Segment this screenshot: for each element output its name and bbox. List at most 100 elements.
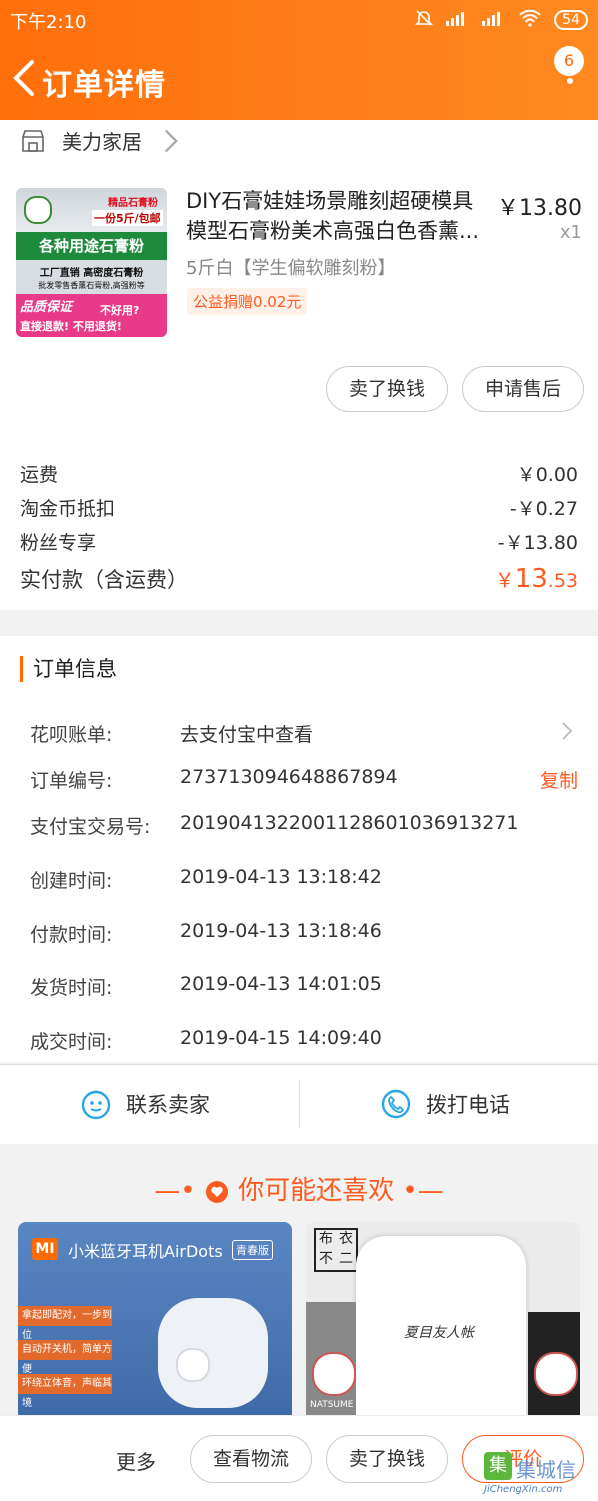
contact-bar: 联系卖家 拨打电话 xyxy=(0,1064,598,1144)
bottom-action-bar: 更多 查看物流 卖了换钱 评价 集 集城信 JiChengXin.com xyxy=(0,1415,598,1501)
created-time: 2019-04-13 13:18:42 xyxy=(180,866,382,888)
logo-char: 二 xyxy=(339,1251,353,1267)
contact-seller-button[interactable]: 联系卖家 xyxy=(80,1088,210,1120)
header-bar: 下午2:10 54 订单详情 6 xyxy=(0,0,598,120)
call-phone-label: 拨打电话 xyxy=(426,1093,510,1117)
total-label: 实付款（含运费） xyxy=(20,568,188,592)
mi-logo: MI xyxy=(32,1238,58,1260)
brand-logo: 布 衣 不 二 xyxy=(314,1228,358,1272)
chat-face-icon xyxy=(81,1090,111,1120)
product-image[interactable]: 精品石膏粉 一份5斤/包邮 各种用途石膏粉 工厂直销 高密度石膏粉 批发零售香薰… xyxy=(16,188,167,337)
summary-value: ￥0.00 xyxy=(516,464,578,486)
earbuds-case-image xyxy=(158,1298,268,1408)
total-integer: 13 xyxy=(514,564,548,594)
contact-seller-label: 联系卖家 xyxy=(126,1093,210,1117)
divider xyxy=(0,1064,598,1065)
summary-row: 运费 ￥0.00 xyxy=(20,460,578,487)
summary-label: 淘金币抵扣 xyxy=(20,498,116,520)
after-sale-button[interactable]: 申请售后 xyxy=(462,366,584,412)
image-text: 直接退款! 不用退货! xyxy=(20,320,122,333)
charity-tag: 公益捐赠0.02元 xyxy=(187,288,308,315)
back-button[interactable] xyxy=(10,58,40,98)
feature-tag: 环绕立体音，声临其境 xyxy=(18,1374,112,1409)
total-amount: ￥13.53 xyxy=(495,564,578,594)
cat-character-image xyxy=(312,1352,356,1396)
earbud-image xyxy=(176,1348,210,1382)
info-label: 花呗账单: xyxy=(30,724,113,746)
dash-decoration: •— xyxy=(402,1176,444,1206)
recommend-card-earbuds[interactable]: MI 小米蓝牙耳机AirDots 青春版 拿起即配对，一步到位 自动开关机，简单… xyxy=(18,1222,292,1422)
chevron-right-icon[interactable] xyxy=(560,720,574,742)
order-info-title: 订单信息 xyxy=(20,656,117,682)
divider xyxy=(299,1080,300,1128)
recommend-card-tshirt[interactable]: 布 衣 不 二 夏目友人帐 NATSUME TA xyxy=(306,1222,580,1422)
feature-tag: 自动开关机，简单方便 xyxy=(18,1340,112,1375)
image-text: 各种用途石膏粉 xyxy=(16,232,167,260)
watermark-url: JiChengXin.com xyxy=(484,1484,563,1495)
order-number: 273713094648867894 xyxy=(180,766,398,788)
call-phone-button[interactable]: 拨打电话 xyxy=(380,1088,510,1120)
total-decimal: .53 xyxy=(547,570,578,592)
status-time: 下午2:10 xyxy=(10,12,87,33)
image-text: 批发零售香薰石膏粉,高强粉等 xyxy=(38,281,145,290)
tshirt-text: 夏目友人帐 xyxy=(404,1325,474,1341)
mute-icon xyxy=(414,8,434,32)
summary-row: 粉丝专享 -￥13.80 xyxy=(20,528,578,555)
feature-tag: 拿起即配对，一步到位 xyxy=(18,1306,112,1341)
shop-link[interactable]: 美力家居 xyxy=(20,126,184,155)
sell-button[interactable]: 卖了换钱 xyxy=(326,366,448,412)
product-title[interactable]: DIY石膏娃娃场景雕刻超硬模具模型石膏粉美术高强白色香薰... xyxy=(186,186,486,246)
total-row: 实付款（含运费） ￥13.53 xyxy=(20,564,578,594)
logo-char: 衣 xyxy=(339,1231,353,1247)
product-quantity: x1 xyxy=(559,222,582,243)
summary-value: -￥13.80 xyxy=(497,532,578,554)
signal-icon xyxy=(482,10,506,30)
product-sku: 5斤白【学生偏软雕刻粉】 xyxy=(186,258,396,279)
completed-time: 2019-04-15 14:09:40 xyxy=(180,1027,382,1049)
info-label: 付款时间: xyxy=(30,924,113,946)
heart-icon xyxy=(205,1180,228,1203)
cat-character-image xyxy=(534,1352,578,1396)
info-label: 成交时间: xyxy=(30,1031,113,1053)
info-label: 订单编号: xyxy=(30,770,113,792)
summary-row: 淘金币抵扣 -￥0.27 xyxy=(20,494,578,521)
recommend-title: 你可能还喜欢 xyxy=(238,1176,395,1206)
page-title: 订单详情 xyxy=(42,68,166,103)
summary-value: -￥0.27 xyxy=(509,498,578,520)
sell-button-bottom[interactable]: 卖了换钱 xyxy=(326,1435,448,1483)
product-price: ￥13.80 xyxy=(497,196,582,221)
summary-label: 运费 xyxy=(20,464,59,486)
status-icons: 54 xyxy=(414,8,588,32)
battery-level: 54 xyxy=(554,10,588,30)
message-count-badge[interactable]: 6 xyxy=(554,46,584,76)
summary-label: 粉丝专享 xyxy=(20,532,97,554)
chevron-left-icon xyxy=(13,60,34,96)
store-icon xyxy=(22,129,44,152)
edition-badge: 青春版 xyxy=(232,1240,273,1260)
image-text: 品质保证 xyxy=(20,300,73,315)
image-text: 精品石膏粉 xyxy=(108,198,158,209)
more-button[interactable]: 更多 xyxy=(116,1446,156,1475)
brand-logo-icon xyxy=(24,196,52,224)
watermark: 集 集城信 JiChengXin.com xyxy=(480,1452,598,1500)
watermark-text: 集城信 xyxy=(516,1458,576,1482)
watermark-logo: 集 xyxy=(484,1452,512,1480)
image-text: 一份5斤/包邮 xyxy=(92,210,163,226)
dash-decoration: —• xyxy=(154,1176,196,1206)
image-text: 不好用? xyxy=(100,304,140,317)
copy-button[interactable]: 复制 xyxy=(540,766,578,793)
wifi-icon xyxy=(518,9,542,31)
alipay-trade-number: 2019041322001128601036913271 xyxy=(180,812,519,834)
info-label: 创建时间: xyxy=(30,870,113,892)
view-logistics-button[interactable]: 查看物流 xyxy=(190,1435,312,1483)
logo-char: 布 xyxy=(319,1231,333,1247)
total-currency: ￥ xyxy=(494,568,515,592)
info-label: 支付宝交易号: xyxy=(30,816,151,838)
image-text: 工厂直销 高密度石膏粉 xyxy=(39,268,144,279)
info-label: 发货时间: xyxy=(30,977,113,999)
phone-icon xyxy=(381,1089,411,1119)
recommend-heading: —• 你可能还喜欢 •— xyxy=(0,1170,598,1207)
huabei-link[interactable]: 去支付宝中查看 xyxy=(180,720,313,747)
shop-name: 美力家居 xyxy=(62,130,142,154)
signal-icon xyxy=(446,10,470,30)
